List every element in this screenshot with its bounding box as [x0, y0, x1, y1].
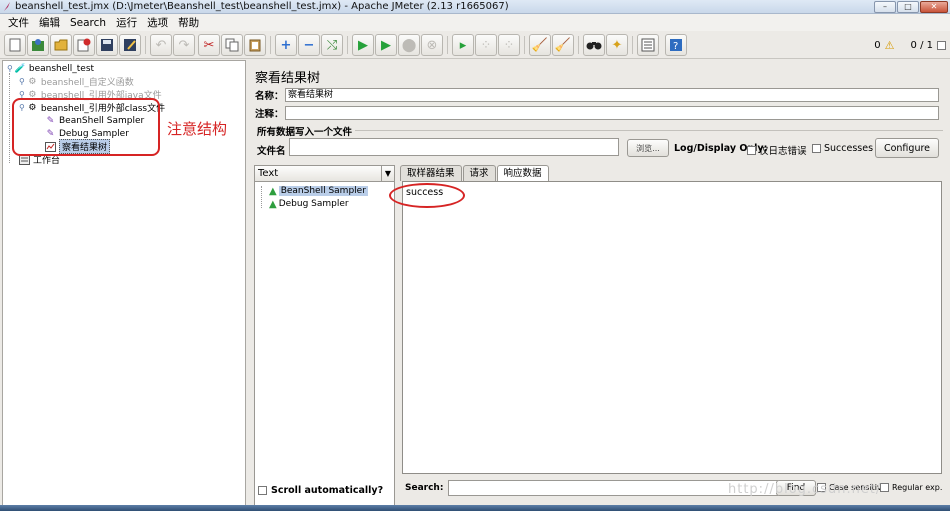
test-plan-icon: 🧪 [14, 63, 26, 74]
name-row: 名称： 察看结果树 [255, 88, 939, 102]
menu-file[interactable]: 文件 [3, 15, 34, 31]
toolbar: ↶ ↷ ✂ + − ⤭ ▶ ▶ ⬤ ⊗ ▸ ⁘ ⁘ 🧹 🧹 ✦ ? 0 ⚠ 0 … [0, 31, 950, 59]
name-label: 名称： [255, 91, 284, 102]
regular-exp-label: Regular exp. [892, 483, 943, 492]
scroll-automatically-label: Scroll automatically? [271, 485, 384, 496]
filename-input[interactable] [289, 138, 619, 156]
browse-button[interactable]: 浏览... [627, 139, 669, 157]
successes-option[interactable]: Successes [812, 143, 873, 154]
tree-node-test-plan[interactable]: ⚲ 🧪 beanshell_test [7, 62, 94, 75]
comment-row: 注释： [255, 106, 939, 120]
close-file-icon[interactable] [73, 34, 95, 56]
configure-button[interactable]: Configure [875, 138, 939, 158]
thread-group-icon: ⚙ [28, 76, 37, 87]
templates-icon[interactable] [27, 34, 49, 56]
remote-start-icon[interactable]: ▸ [452, 34, 474, 56]
tree-node-thread-group-1[interactable]: ⚲ ⚙ beanshell_自定义函数 [19, 75, 134, 89]
expand-all-icon[interactable]: + [275, 34, 297, 56]
errors-only-option[interactable]: 仅日志错误 [747, 143, 807, 157]
filename-label: 文件名 [257, 146, 286, 157]
menu-edit[interactable]: 编辑 [34, 15, 65, 31]
close-button[interactable]: ✕ [920, 1, 948, 13]
comment-label: 注释： [255, 109, 284, 120]
window-title: beanshell_test.jmx (D:\Jmeter\Beanshell_… [15, 1, 509, 12]
result-tabs: 取样器结果 请求 响应数据 [400, 165, 550, 182]
toggle-icon[interactable]: ⤭ [321, 34, 343, 56]
annotation-ellipse [389, 183, 465, 208]
menu-options[interactable]: 选项 [142, 15, 173, 31]
success-triangle-icon: ▲ [269, 185, 277, 197]
open-icon[interactable] [50, 34, 72, 56]
annotation-note: 注意结构 [167, 120, 228, 138]
comment-input[interactable] [285, 106, 939, 120]
name-input[interactable]: 察看结果树 [285, 88, 939, 102]
maximize-button[interactable]: □ [897, 1, 919, 13]
clear-all-icon[interactable]: 🧹 [552, 34, 574, 56]
stop-icon[interactable]: ⬤ [398, 34, 420, 56]
menu-search[interactable]: Search [65, 15, 111, 31]
start-no-pauses-icon[interactable]: ▶ [375, 34, 397, 56]
menu-help[interactable]: 帮助 [173, 15, 204, 31]
warning-icon[interactable]: ⚠ [885, 39, 895, 52]
scroll-automatically-checkbox[interactable] [258, 486, 267, 495]
new-icon[interactable] [4, 34, 26, 56]
title-bar: beanshell_test.jmx (D:\Jmeter\Beanshell_… [0, 0, 950, 14]
help-icon[interactable]: ? [665, 34, 687, 56]
tab-response-data[interactable]: 响应数据 [496, 165, 549, 182]
os-taskbar [0, 505, 950, 511]
response-data-textarea[interactable]: success [402, 181, 942, 474]
chevron-down-icon[interactable]: ▼ [381, 166, 394, 181]
search-label: Search: [405, 483, 444, 493]
watermark: http://blog.csdn.net/ [728, 482, 882, 497]
undo-icon[interactable]: ↶ [150, 34, 172, 56]
successes-checkbox[interactable] [812, 144, 821, 153]
search-row: Search: [405, 480, 779, 496]
view-results-tree-panel: 察看结果树 名称： 察看结果树 注释： 所有数据写入一个文件 文件名 浏览...… [249, 60, 947, 511]
cut-icon[interactable]: ✂ [198, 34, 220, 56]
menu-run[interactable]: 运行 [111, 15, 142, 31]
remote-shutdown-icon[interactable]: ⁘ [498, 34, 520, 56]
write-to-file-group-title: 所有数据写入一个文件 [257, 124, 356, 138]
save-icon[interactable] [96, 34, 118, 56]
scroll-automatically-option[interactable]: Scroll automatically? [258, 485, 383, 496]
errors-only-label: 仅日志错误 [759, 146, 807, 157]
regular-exp-option[interactable]: Regular exp. [880, 483, 942, 492]
function-helper-icon[interactable] [637, 34, 659, 56]
reset-search-icon[interactable]: ✦ [606, 34, 628, 56]
tab-sampler-result[interactable]: 取样器结果 [400, 165, 462, 181]
sample-result-item[interactable]: ▲ BeanShell Sampler [269, 185, 368, 197]
sample-result-item[interactable]: ▲ Debug Sampler [269, 198, 349, 210]
panel-title: 察看结果树 [255, 71, 321, 86]
success-triangle-icon: ▲ [269, 198, 277, 210]
successes-label: Successes [824, 143, 874, 154]
copy-icon[interactable] [221, 34, 243, 56]
menu-bar: 文件 编辑 Search 运行 选项 帮助 [0, 14, 950, 31]
warning-count: 0 [874, 40, 881, 51]
paste-icon[interactable] [244, 34, 266, 56]
minimize-button[interactable]: – [874, 1, 896, 13]
save-as-icon[interactable] [119, 34, 141, 56]
thread-counter: 0 / 1 [910, 40, 933, 51]
renderer-select[interactable]: Text ▼ [255, 166, 394, 182]
start-icon[interactable]: ▶ [352, 34, 374, 56]
collapse-all-icon[interactable]: − [298, 34, 320, 56]
regular-exp-checkbox[interactable] [880, 483, 889, 492]
redo-icon[interactable]: ↷ [173, 34, 195, 56]
sample-results-list[interactable]: Text ▼ ▲ BeanShell Sampler ▲ Debug Sampl… [254, 165, 395, 506]
errors-only-checkbox[interactable] [747, 145, 756, 155]
thread-status-box [937, 41, 946, 50]
remote-stop-icon[interactable]: ⁘ [475, 34, 497, 56]
jmeter-feather-icon [4, 2, 10, 11]
clear-icon[interactable]: 🧹 [529, 34, 551, 56]
annotation-box [12, 98, 160, 156]
svg-text:?: ? [673, 41, 678, 52]
tab-request[interactable]: 请求 [462, 165, 496, 181]
shutdown-icon[interactable]: ⊗ [421, 34, 443, 56]
search-binoculars-icon[interactable] [583, 34, 605, 56]
